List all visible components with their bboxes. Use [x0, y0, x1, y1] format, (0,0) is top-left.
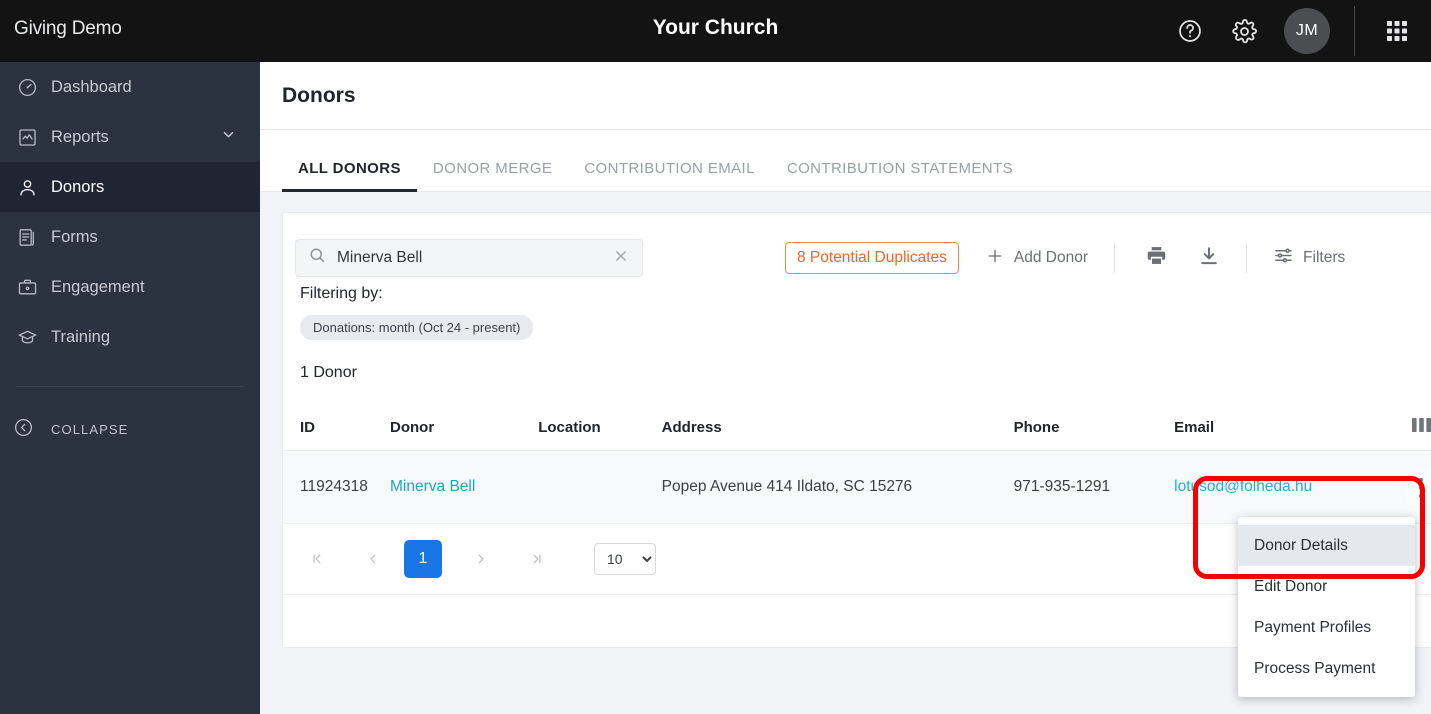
printer-icon	[1145, 244, 1168, 272]
cell-location	[538, 450, 662, 524]
sidebar-item-label: Reports	[51, 127, 109, 146]
sidebar-collapse-button[interactable]: COLLAPSE	[0, 417, 260, 441]
donors-toolbar: 8 Potential Duplicates Add Donor	[283, 213, 1431, 285]
print-button[interactable]	[1145, 244, 1168, 272]
tab-all-donors[interactable]: ALL DONORS	[282, 160, 417, 192]
table-row[interactable]: 11924318 Minerva Bell Popep Avenue 414 I…	[283, 450, 1431, 524]
sidebar: Dashboard Reports Donors Forms Engagemen…	[0, 62, 260, 714]
column-header-email[interactable]: Email	[1174, 404, 1391, 451]
download-icon	[1198, 245, 1220, 272]
toolbar-divider	[1114, 243, 1116, 273]
potential-duplicates-button[interactable]: 8 Potential Duplicates	[785, 242, 959, 274]
sidebar-item-forms[interactable]: Forms	[0, 212, 260, 262]
chevron-left-circle-icon	[13, 417, 51, 441]
kebab-dot	[1419, 494, 1424, 498]
filters-button[interactable]: Filters	[1273, 245, 1345, 271]
search-input[interactable]	[327, 249, 612, 267]
filtering-section: Filtering by: Donations: month (Oct 24 -…	[283, 285, 1431, 382]
gear-icon[interactable]	[1216, 0, 1272, 62]
sidebar-item-label: Dashboard	[51, 77, 132, 96]
menu-item-process-payment[interactable]: Process Payment	[1238, 648, 1415, 689]
chart-box-icon	[17, 127, 51, 148]
tab-donor-merge[interactable]: DONOR MERGE	[417, 160, 568, 191]
sidebar-item-label: Training	[51, 327, 110, 346]
tab-bar: ALL DONORS DONOR MERGE CONTRIBUTION EMAI…	[260, 130, 1431, 192]
kebab-dot	[1419, 486, 1424, 490]
sidebar-collapse-label: COLLAPSE	[51, 421, 129, 437]
column-header-location[interactable]: Location	[538, 404, 662, 451]
table-header-row: ID Donor Location Address Phone Email	[283, 404, 1431, 451]
column-header-donor[interactable]: Donor	[390, 404, 539, 451]
chevron-down-icon[interactable]	[221, 127, 236, 147]
page-size-select[interactable]: 10 25 50 100	[594, 543, 656, 575]
help-icon[interactable]	[1164, 0, 1216, 62]
tab-contribution-email[interactable]: CONTRIBUTION EMAIL	[568, 160, 771, 191]
tab-contribution-statements[interactable]: CONTRIBUTION STATEMENTS	[771, 160, 1029, 191]
donor-count-label: 1 Donor	[300, 364, 357, 381]
cell-phone: 971-935-1291	[1013, 450, 1175, 524]
plus-icon	[985, 246, 1005, 271]
toolbar-divider-2	[1246, 243, 1248, 273]
topbar-divider	[1354, 6, 1355, 56]
kebab-menu-icon[interactable]	[1407, 471, 1431, 505]
forms-icon	[17, 227, 51, 248]
filters-label: Filters	[1303, 249, 1346, 266]
menu-item-edit-donor[interactable]: Edit Donor	[1238, 566, 1415, 607]
sidebar-item-donors[interactable]: Donors	[0, 162, 260, 212]
sidebar-item-training[interactable]: Training	[0, 312, 260, 362]
add-donor-button[interactable]: Add Donor	[985, 246, 1088, 271]
top-bar-actions: JM	[1164, 0, 1431, 62]
sidebar-item-reports[interactable]: Reports	[0, 112, 260, 162]
close-x-icon[interactable]	[612, 247, 630, 270]
donors-table: ID Donor Location Address Phone Email 11…	[283, 404, 1431, 524]
search-icon	[308, 246, 327, 270]
columns-icon	[1411, 418, 1431, 436]
column-header-address[interactable]: Address	[661, 404, 1014, 451]
kebab-dot	[1419, 478, 1424, 482]
search-box[interactable]	[295, 239, 643, 277]
sidebar-divider	[16, 386, 244, 387]
table-head: ID Donor Location Address Phone Email	[283, 404, 1431, 451]
add-donor-label: Add Donor	[1013, 249, 1089, 266]
table-body: 11924318 Minerva Bell Popep Avenue 414 I…	[283, 450, 1431, 524]
column-header-phone[interactable]: Phone	[1013, 404, 1175, 451]
column-header-id[interactable]: ID	[283, 404, 391, 451]
column-settings-button[interactable]	[1390, 404, 1431, 451]
top-bar: Giving Demo Your Church JM	[0, 0, 1431, 62]
person-icon	[17, 177, 51, 198]
avatar[interactable]: JM	[1284, 8, 1330, 54]
download-button[interactable]	[1198, 245, 1220, 272]
cell-donor: Minerva Bell	[390, 450, 539, 524]
donor-name-link[interactable]: Minerva Bell	[390, 478, 475, 495]
last-page-icon[interactable]	[520, 542, 554, 576]
page-header: Donors	[260, 62, 1431, 130]
prev-page-icon[interactable]	[356, 542, 390, 576]
email-link[interactable]: lotusod@folheda.hu	[1174, 478, 1312, 495]
next-page-icon[interactable]	[464, 542, 498, 576]
page-number-1[interactable]: 1	[404, 540, 442, 578]
page-title: Donors	[282, 83, 356, 107]
menu-item-donor-details[interactable]: Donor Details	[1238, 525, 1415, 566]
sidebar-item-label: Engagement	[51, 277, 145, 296]
filtering-by-label: Filtering by:	[300, 285, 383, 302]
graduation-cap-icon	[17, 327, 51, 348]
cell-id: 11924318	[283, 450, 391, 524]
briefcase-icon	[17, 277, 51, 298]
speedometer-icon	[17, 77, 51, 98]
first-page-icon[interactable]	[300, 542, 334, 576]
apps-grid-icon[interactable]	[1375, 0, 1419, 62]
cell-address: Popep Avenue 414 Ildato, SC 15276	[661, 450, 1014, 524]
menu-item-payment-profiles[interactable]: Payment Profiles	[1238, 607, 1415, 648]
row-context-menu: Donor Details Edit Donor Payment Profile…	[1238, 517, 1415, 697]
cell-email: lotusod@folheda.hu	[1174, 450, 1391, 524]
sidebar-item-label: Donors	[51, 177, 105, 196]
sliders-icon	[1273, 245, 1294, 271]
cell-row-menu[interactable]	[1390, 450, 1431, 524]
filter-chip[interactable]: Donations: month (Oct 24 - present)	[300, 315, 534, 340]
sidebar-item-label: Forms	[51, 227, 98, 246]
sidebar-item-dashboard[interactable]: Dashboard	[0, 62, 260, 112]
sidebar-item-engagement[interactable]: Engagement	[0, 262, 260, 312]
